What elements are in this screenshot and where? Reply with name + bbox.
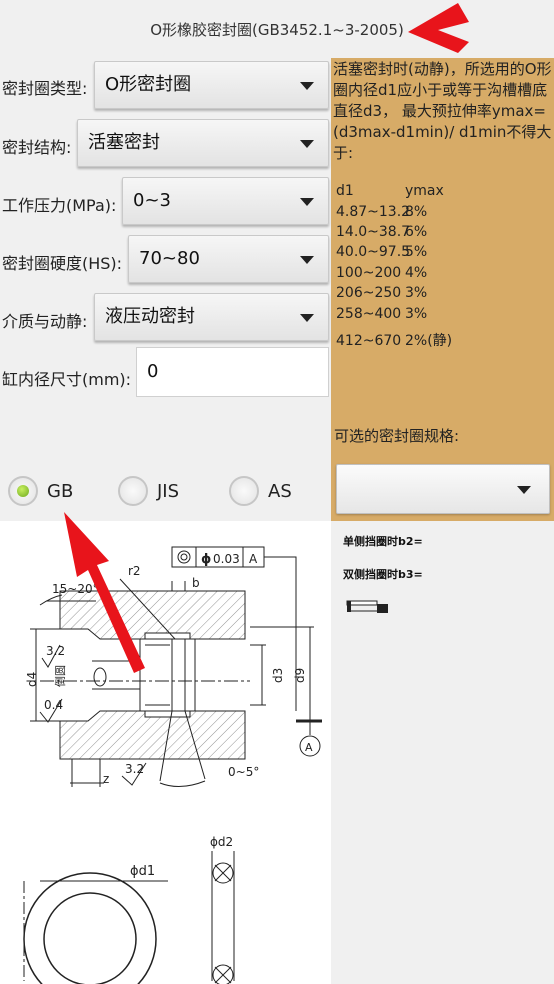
radio-as[interactable]: AS [229,473,292,509]
svg-text:ϕd1: ϕd1 [130,864,155,879]
seal-structure-value: 活塞密封 [88,132,160,153]
hardness-dropdown[interactable]: 70~80 [128,235,329,283]
seal-type-dropdown[interactable]: O形密封圈 [94,61,329,109]
radio-jis-label: JIS [157,480,180,502]
chevron-down-icon [300,314,314,322]
table-row: 206~250 3% [336,285,428,301]
svg-text:A: A [305,741,313,754]
working-pressure-label: 工作压力(MPa): [2,196,117,215]
svg-text:3.2: 3.2 [46,644,65,658]
hardness-label: 密封圈硬度(HS): [2,254,123,273]
seal-type-label: 密封圈类型: [2,79,88,98]
svg-text:ϕd2: ϕd2 [210,835,233,849]
medium-motion-label: 介质与动静: [2,312,88,331]
seal-structure-dropdown[interactable]: 活塞密封 [77,119,329,167]
chevron-down-icon [300,198,314,206]
app-title: O形橡胶密封圈(GB3452.1~3-2005) [150,21,404,39]
groove-drawing: ϕ 0.03 A d4 倒圆 d3 d9 A r2 b 15~20° 3.2 0… [23,546,322,984]
svg-text:0.03: 0.03 [213,552,240,566]
svg-text:3.2: 3.2 [125,762,144,776]
medium-motion-value: 液压动密封 [105,306,195,327]
table-header: d1 ymax [336,183,444,199]
svg-text:d3: d3 [271,668,285,683]
svg-text:d4: d4 [25,672,39,687]
svg-text:0~5°: 0~5° [228,765,259,779]
o-ring-front-view: ϕd1 [23,864,168,984]
table-row: 4.87~13.28% [336,204,428,220]
radio-gb[interactable]: GB [8,473,73,509]
chevron-down-icon [300,140,314,148]
available-spec-label: 可选的密封圈规格: [334,427,460,445]
chevron-down-icon [300,256,314,264]
chevron-down-icon [300,82,314,90]
svg-text:d9: d9 [293,668,307,683]
o-ring-side-view: ϕd2 [210,835,235,984]
medium-motion-dropdown[interactable]: 液压动密封 [94,293,329,341]
svg-text:z: z [103,772,109,786]
info-note: 活塞密封时(动静)，所选用的O形圈内径d1应小于或等于沟槽槽底直径d3， 最大预… [333,60,552,162]
seal-type-value: O形密封圈 [105,74,192,95]
radio-unselected-icon [118,476,148,506]
available-spec-dropdown[interactable] [336,464,550,514]
radio-jis[interactable]: JIS [118,473,179,509]
svg-text:A: A [249,552,258,566]
radio-as-label: AS [268,480,292,502]
chevron-down-icon [517,486,531,494]
seal-structure-label: 密封结构: [2,138,72,157]
svg-text:ϕ: ϕ [201,552,211,567]
b2-label: 单侧挡圈时b2= [343,535,423,548]
table-row: 40.0~97.55% [336,244,428,260]
table-row: 14.0~38.76% [336,224,428,240]
svg-text:r2: r2 [128,564,141,578]
svg-text:0.4: 0.4 [44,698,63,712]
radio-gb-label: GB [47,480,74,502]
table-row: 412~670 2%(静) [336,333,453,349]
radio-selected-icon [8,476,38,506]
retaining-ring-icon [346,600,388,613]
radio-unselected-icon [229,476,259,506]
hardness-value: 70~80 [139,248,200,269]
working-pressure-value: 0~3 [133,190,171,211]
b3-label: 双侧挡圈时b3= [343,568,423,581]
table-row: 258~400 3% [336,306,428,322]
working-pressure-dropdown[interactable]: 0~3 [122,177,329,225]
bore-diameter-input[interactable]: 0 [136,347,329,397]
svg-text:15~20°: 15~20° [52,582,99,596]
bore-diameter-label: 缸内径尺寸(mm): [2,370,132,389]
svg-text:b: b [192,576,200,590]
svg-text:倒圆: 倒圆 [54,665,67,687]
table-row: 100~200 4% [336,265,428,281]
